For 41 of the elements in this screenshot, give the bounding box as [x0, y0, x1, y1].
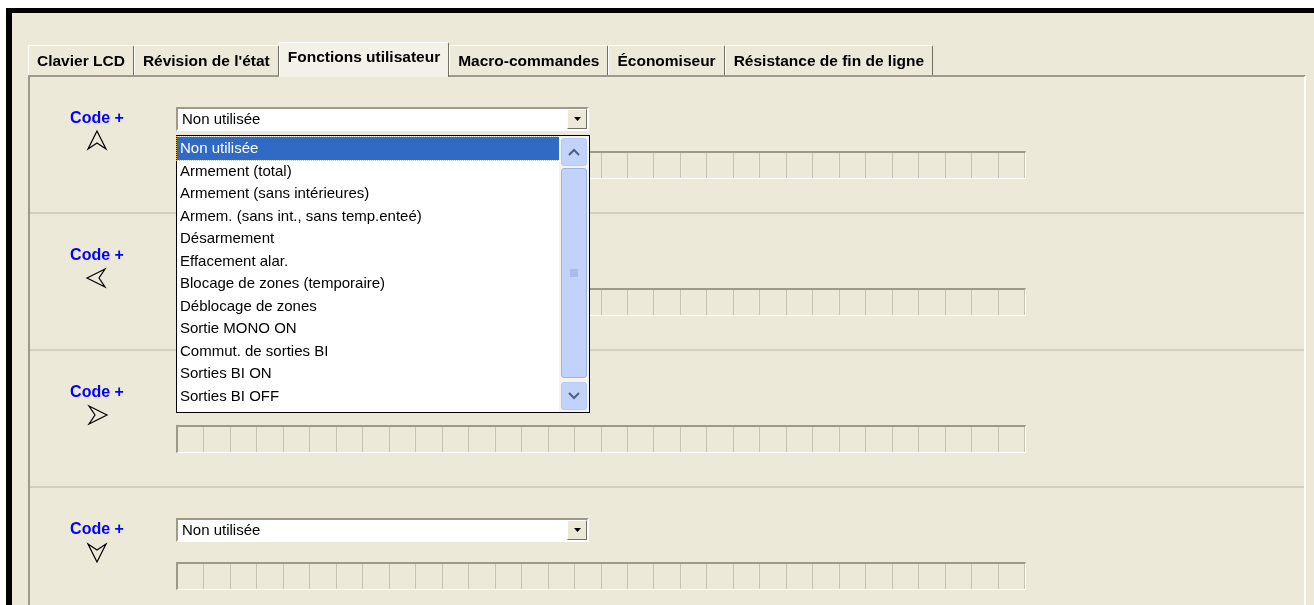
function-select[interactable]: Non utilisée — [176, 518, 589, 542]
dropdown-option[interactable]: Effacement alar. — [177, 249, 559, 272]
arrow-left-icon — [85, 266, 109, 290]
scrollbar[interactable] — [559, 136, 589, 412]
dropdown-option[interactable]: Non utilisée — [177, 137, 559, 160]
select-value: Non utilisée — [181, 108, 262, 129]
scrollbar-thumb[interactable] — [561, 168, 587, 378]
tab[interactable]: Résistance de fin de ligne — [724, 45, 933, 75]
arrow-right-icon — [85, 403, 109, 427]
dropdown-option[interactable]: Commut. de sorties BI — [177, 339, 559, 362]
dropdown-option[interactable]: Sorties BI ON — [177, 362, 559, 385]
select-value: Non utilisée — [181, 519, 262, 540]
code-label: Code + — [70, 383, 125, 401]
caret-icon — [573, 117, 581, 121]
dropdown-option[interactable]: Sortie MONO ON — [177, 317, 559, 340]
caret-icon — [573, 528, 581, 532]
tab[interactable]: Macro-commandes — [449, 45, 609, 75]
dropdown-option[interactable]: Désarmement — [177, 227, 559, 250]
code-label: Code + — [70, 109, 125, 127]
scroll-down-icon — [568, 392, 580, 400]
tab[interactable]: Économiseur — [608, 45, 725, 75]
code-cell-strip[interactable] — [176, 425, 1026, 453]
tab[interactable]: Clavier LCD — [28, 45, 134, 75]
dropdown-option[interactable]: Armement (sans intérieures) — [177, 182, 559, 205]
code-label: Code + — [70, 246, 125, 264]
code-label: Code + — [70, 520, 125, 538]
dropdown-button[interactable] — [567, 109, 587, 129]
arrow-up-icon — [85, 129, 109, 153]
dropdown-button[interactable] — [567, 520, 587, 540]
scroll-up-icon — [568, 148, 580, 156]
function-select[interactable]: Non utilisée — [176, 107, 589, 131]
dropdown-option[interactable]: Déblocage de zones — [177, 294, 559, 317]
code-cell-strip[interactable] — [176, 562, 1026, 590]
dropdown-option[interactable]: Sorties BI OFF — [177, 384, 559, 407]
dropdown-option[interactable]: Armement (total) — [177, 159, 559, 182]
dropdown-option[interactable]: Blocage de zones (temporaire) — [177, 272, 559, 295]
tab[interactable]: Fonctions utilisateur — [278, 42, 450, 77]
tab[interactable]: Révision de l'état — [133, 45, 279, 75]
dropdown-option[interactable]: Armem. (sans int., sans temp.enteé) — [177, 204, 559, 227]
arrow-down-icon — [85, 540, 109, 564]
grip-icon — [569, 269, 579, 277]
